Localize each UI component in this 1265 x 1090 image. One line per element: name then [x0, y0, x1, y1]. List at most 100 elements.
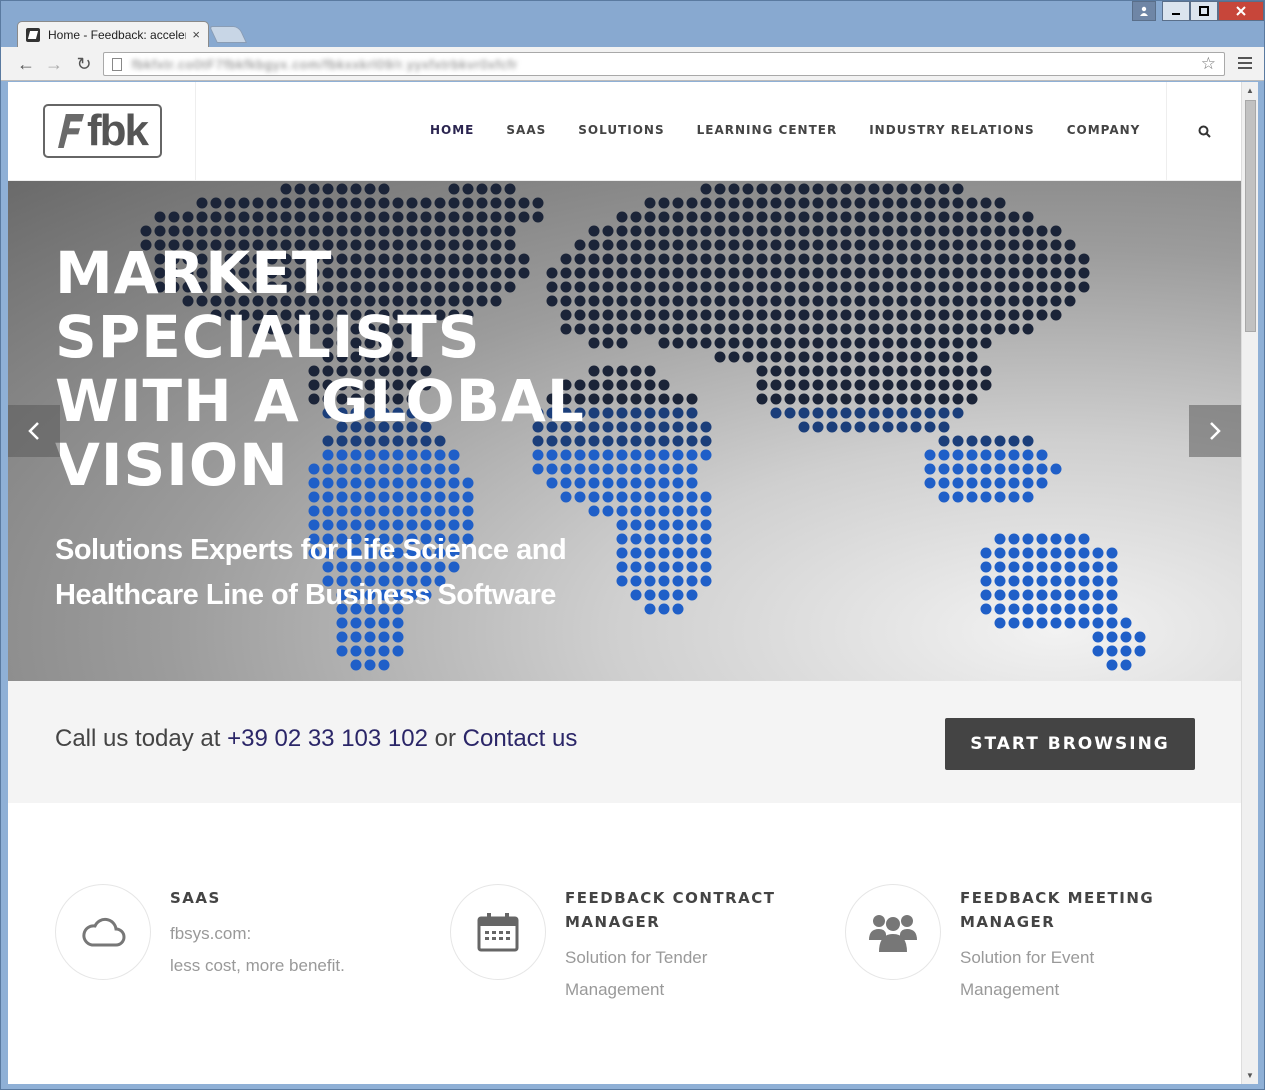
map-dot	[1008, 575, 1020, 587]
fbk-logo[interactable]: fbk	[43, 104, 162, 158]
map-dot	[966, 197, 978, 209]
map-dot	[1022, 463, 1034, 475]
map-dot	[966, 337, 978, 349]
map-dot	[812, 337, 824, 349]
map-dot	[952, 197, 964, 209]
map-dot	[336, 505, 348, 517]
map-dot	[980, 463, 992, 475]
map-dot	[728, 225, 740, 237]
map-dot	[994, 253, 1006, 265]
map-dot	[1092, 617, 1104, 629]
map-dot	[308, 225, 320, 237]
bookmark-star-icon[interactable]: ☆	[1201, 54, 1216, 74]
map-dot	[672, 197, 684, 209]
map-dot	[658, 519, 670, 531]
map-dot	[938, 379, 950, 391]
map-dot	[266, 197, 278, 209]
map-dot	[504, 183, 516, 195]
map-dot	[1036, 477, 1048, 489]
map-dot	[1036, 575, 1048, 587]
map-dot	[672, 337, 684, 349]
map-dot	[686, 449, 698, 461]
feature-saas[interactable]: SAAS fbsys.com: less cost, more benefit.	[55, 884, 395, 1024]
browser-tab[interactable]: Home - Feedback: acceler ×	[17, 21, 209, 47]
new-tab-button[interactable]	[209, 26, 247, 43]
map-dot	[1120, 645, 1132, 657]
map-dot	[798, 337, 810, 349]
map-dot	[728, 253, 740, 265]
close-window-button[interactable]	[1218, 1, 1264, 21]
minimize-button[interactable]	[1162, 1, 1190, 21]
tab-close-icon[interactable]: ×	[192, 27, 200, 42]
map-dot	[868, 421, 880, 433]
browser-menu-icon[interactable]	[1238, 55, 1252, 71]
map-dot	[952, 351, 964, 363]
feature-line: Management	[565, 980, 665, 999]
slider-prev-button[interactable]	[8, 405, 60, 457]
user-icon[interactable]	[1132, 1, 1156, 21]
phone-link[interactable]: +39 02 33 103 102	[227, 725, 428, 752]
map-dot	[224, 225, 236, 237]
map-dot	[1022, 491, 1034, 503]
map-dot	[1078, 281, 1090, 293]
map-dot	[784, 253, 796, 265]
map-dot	[952, 295, 964, 307]
map-dot	[658, 603, 670, 615]
map-dot	[1092, 575, 1104, 587]
vertical-scrollbar[interactable]: ▲ ▼	[1241, 82, 1258, 1084]
scrollbar-thumb[interactable]	[1245, 100, 1256, 332]
map-dot	[952, 225, 964, 237]
map-dot	[1008, 267, 1020, 279]
map-dot	[924, 295, 936, 307]
map-dot	[938, 309, 950, 321]
map-dot	[826, 197, 838, 209]
scroll-up-icon[interactable]: ▲	[1246, 86, 1254, 95]
map-dot	[672, 225, 684, 237]
map-dot	[1022, 295, 1034, 307]
feature-meeting-manager[interactable]: FEEDBACK MEETING MANAGER Solution for Ev…	[845, 884, 1185, 1024]
map-dot	[854, 421, 866, 433]
nav-learning-center[interactable]: LEARNING CENTER	[697, 123, 838, 137]
map-dot	[1036, 561, 1048, 573]
address-bar[interactable]: fbkfxtr.co0tF7fbkfkbgyx.com/fbkxxkrl09/r…	[103, 52, 1225, 76]
map-dot	[742, 295, 754, 307]
map-dot	[826, 407, 838, 419]
maximize-button[interactable]	[1190, 1, 1218, 21]
start-browsing-button[interactable]: START BROWSING	[945, 718, 1195, 770]
search-button[interactable]	[1166, 82, 1241, 181]
map-dot	[840, 407, 852, 419]
contact-link[interactable]: Contact us	[463, 725, 578, 752]
nav-saas[interactable]: SAAS	[506, 123, 546, 137]
cta-middle: or	[427, 725, 463, 752]
map-dot	[1050, 463, 1062, 475]
map-dot	[686, 281, 698, 293]
map-dot	[462, 225, 474, 237]
forward-button[interactable]: →	[43, 53, 65, 75]
map-dot	[896, 239, 908, 251]
nav-industry-relations[interactable]: INDUSTRY RELATIONS	[869, 123, 1034, 137]
map-dot	[868, 351, 880, 363]
map-dot	[280, 183, 292, 195]
nav-solutions[interactable]: SOLUTIONS	[578, 123, 664, 137]
map-dot	[1092, 561, 1104, 573]
map-dot	[826, 267, 838, 279]
back-button[interactable]: ←	[15, 53, 37, 75]
map-dot	[784, 211, 796, 223]
map-dot	[1036, 463, 1048, 475]
map-dot	[924, 407, 936, 419]
map-dot	[700, 519, 712, 531]
reload-button[interactable]: ↻	[73, 53, 95, 75]
map-dot	[994, 575, 1006, 587]
map-dot	[378, 505, 390, 517]
nav-home[interactable]: HOME	[430, 123, 474, 137]
slider-next-button[interactable]	[1189, 405, 1241, 457]
map-dot	[938, 449, 950, 461]
map-dot	[952, 449, 964, 461]
feature-contract-manager[interactable]: FEEDBACK CONTRACT MANAGER Solution for T…	[450, 884, 790, 1024]
map-dot	[924, 239, 936, 251]
map-dot	[644, 225, 656, 237]
scroll-down-icon[interactable]: ▼	[1246, 1071, 1254, 1080]
map-dot	[672, 589, 684, 601]
nav-company[interactable]: COMPANY	[1067, 123, 1141, 137]
map-dot	[630, 533, 642, 545]
